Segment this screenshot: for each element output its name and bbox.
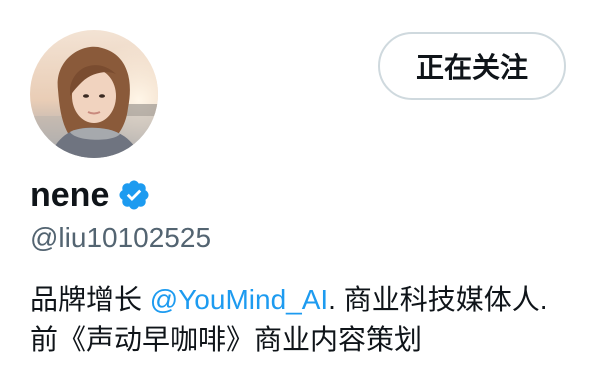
avatar[interactable] [30, 30, 158, 158]
profile-bio: 品牌增长 @YouMind_AI. 商业科技媒体人. 前《声动早咖啡》商业内容策… [30, 280, 560, 360]
name-row: nene [30, 172, 151, 218]
bio-text-part1: 品牌增长 [30, 284, 150, 315]
following-button[interactable]: 正在关注 [378, 32, 566, 100]
username-handle: @liu10102525 [30, 222, 212, 253]
display-name: nene [30, 176, 110, 214]
avatar-photo [30, 30, 158, 158]
bio-mention-link[interactable]: @YouMind_AI [150, 284, 328, 315]
verified-badge-icon [117, 178, 151, 212]
profile-card: 正在关注 nene @liu10102525 品牌增长 @YouMind_AI.… [0, 0, 596, 378]
